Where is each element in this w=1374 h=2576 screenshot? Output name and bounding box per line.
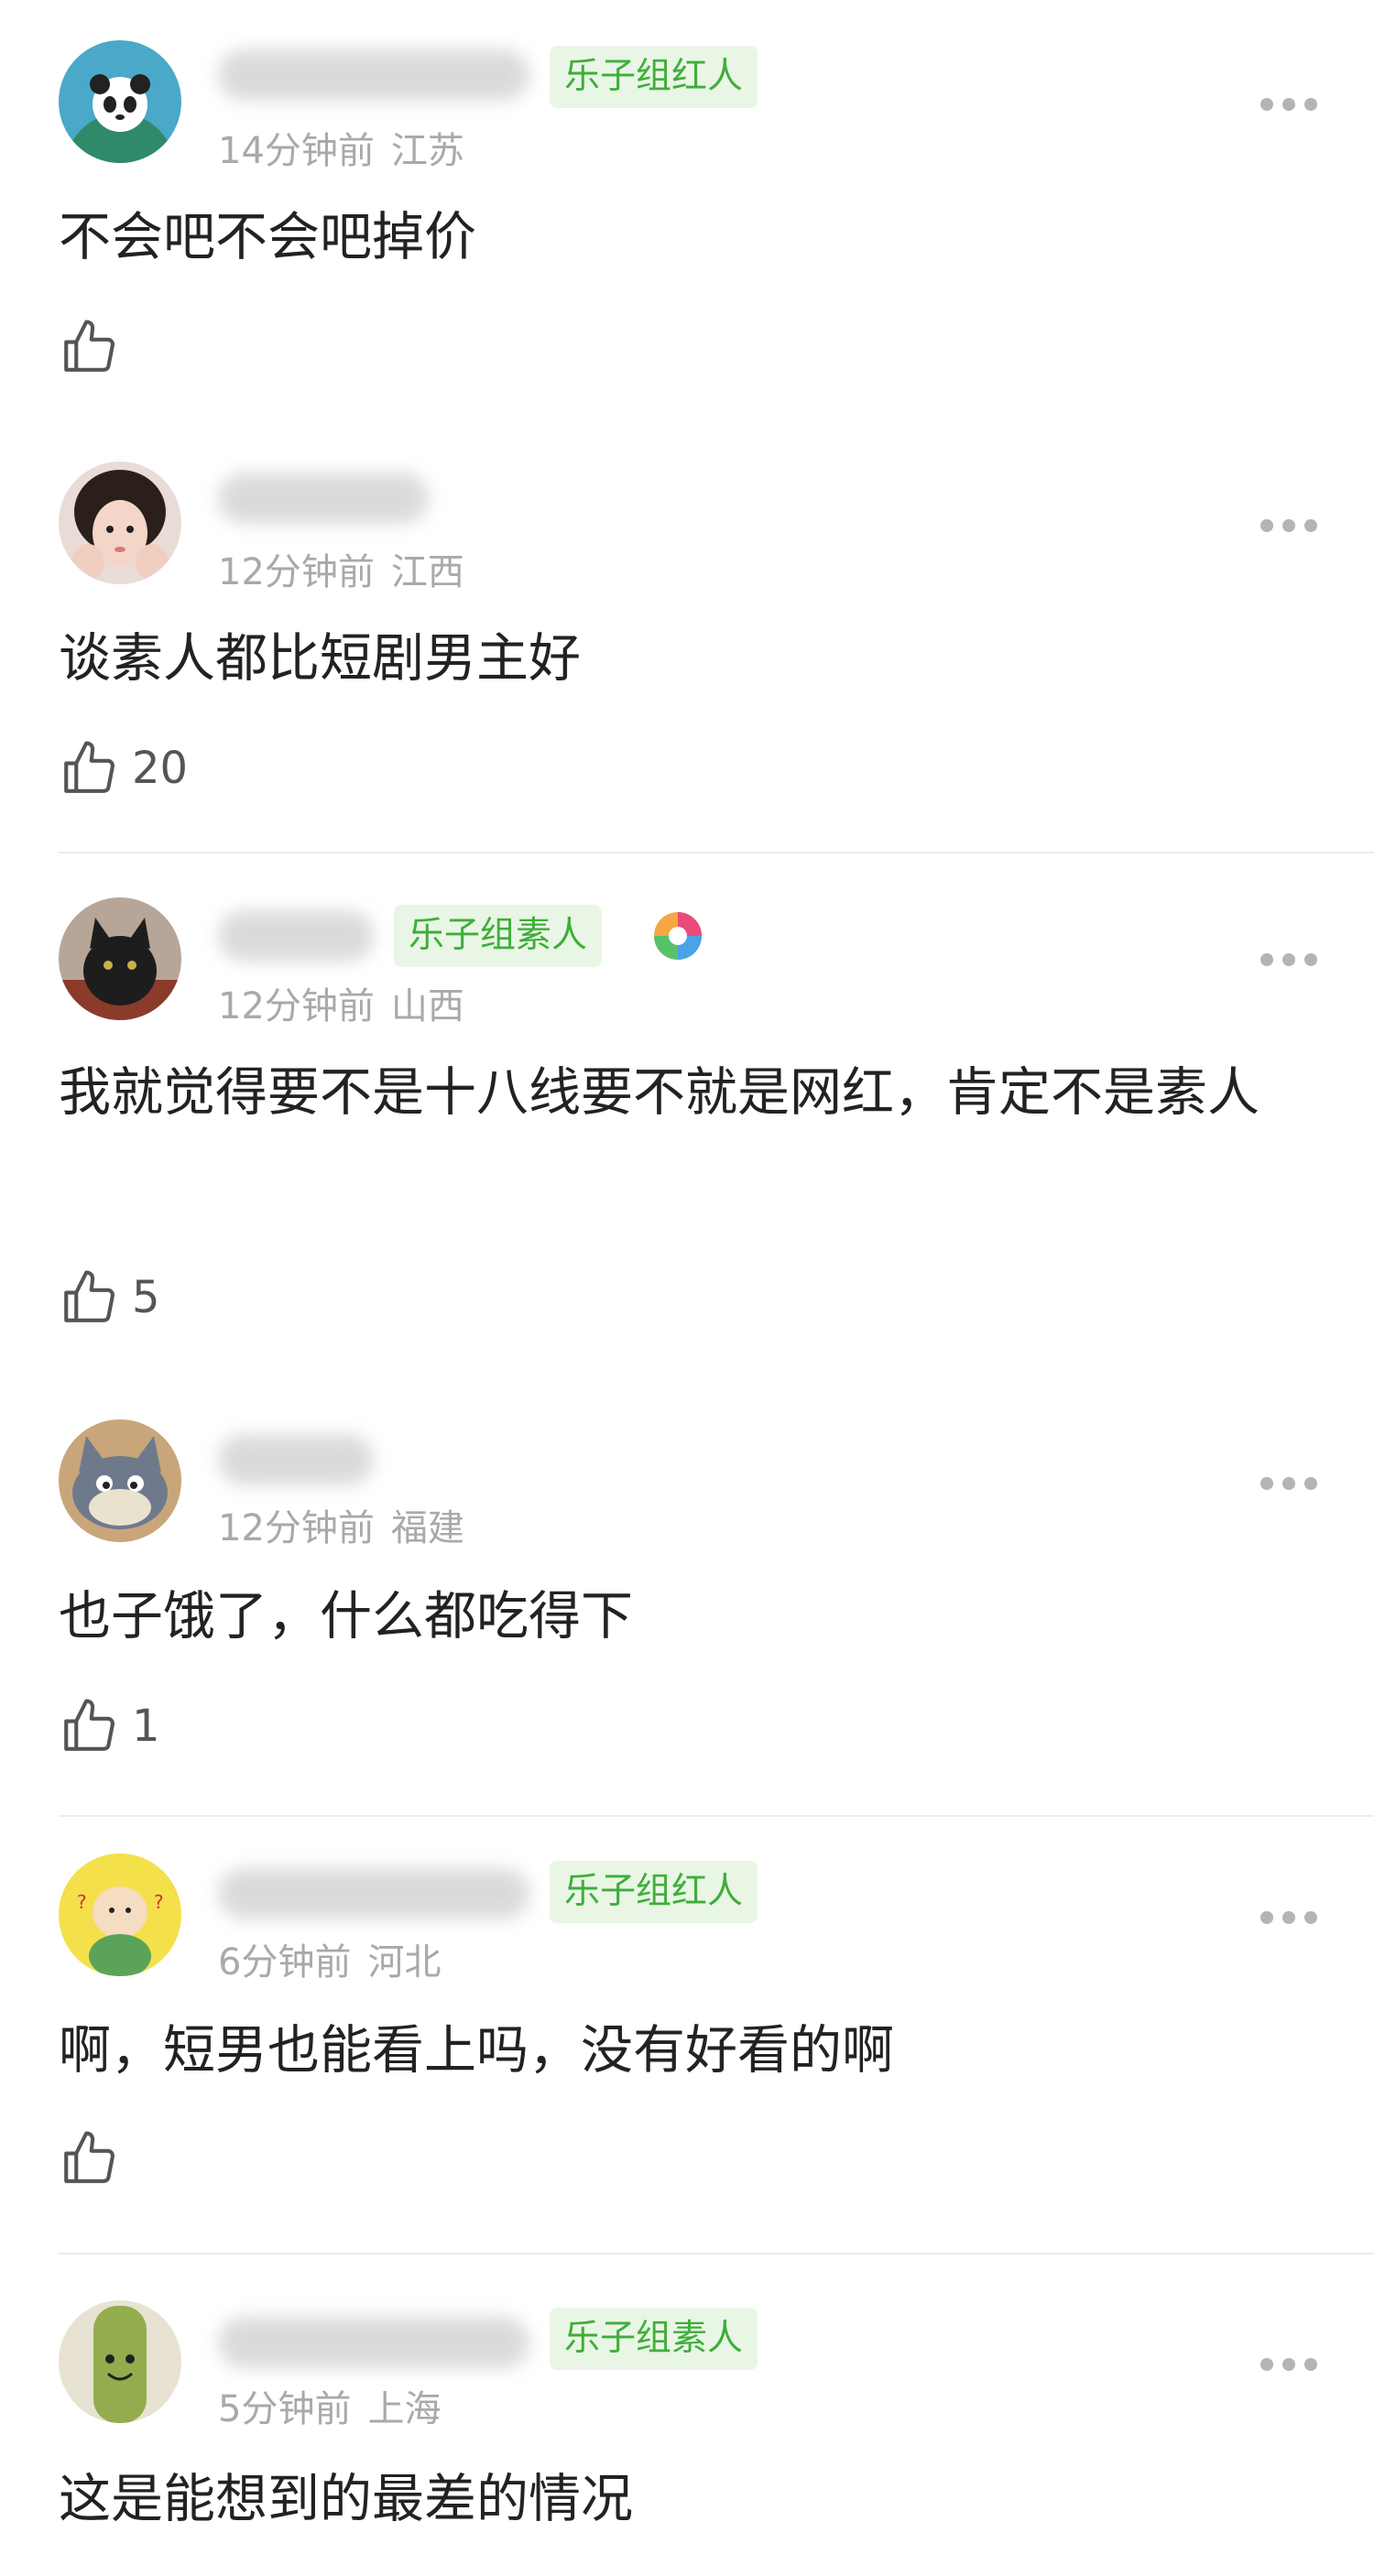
divider [59, 1815, 1374, 1817]
user-avatar[interactable] [59, 2300, 181, 2423]
comment-region: 上海 [367, 2388, 442, 2430]
comment-meta: 6分钟前 河北 [218, 1932, 441, 1985]
thumbs-up-icon [64, 1270, 114, 1322]
thumbs-up-icon [64, 741, 114, 793]
like-button[interactable] [59, 2126, 132, 2190]
comment-time: 5分钟前 [218, 2388, 352, 2430]
more-dots-icon[interactable] [1260, 2357, 1317, 2372]
divider [59, 2253, 1374, 2255]
comment-time: 12分钟前 [218, 985, 375, 1027]
panda-avatar-icon [59, 40, 181, 163]
black-cat-avatar-icon [59, 897, 181, 1020]
more-dots-icon[interactable] [1260, 952, 1317, 967]
like-count: 1 [132, 1701, 160, 1752]
user-badge[interactable]: 乐子组素人 [550, 2308, 758, 2370]
thumbs-up-icon [64, 2131, 114, 2183]
divider [59, 852, 1374, 853]
comment-text: 不会吧不会吧掉价 [59, 207, 476, 267]
like-button[interactable] [59, 315, 132, 379]
more-dots-icon[interactable] [1260, 1910, 1317, 1925]
comment-region: 江西 [390, 551, 464, 593]
comment-text: 我就觉得要不是十八线要不就是网红，肯定不是素人 [59, 1062, 1260, 1123]
blurred-username[interactable] [218, 473, 429, 524]
comment-text: 也子饿了，什么都吃得下 [59, 1586, 633, 1647]
comment-region: 福建 [390, 1507, 464, 1549]
rainbow-donut-badge-icon [650, 908, 705, 963]
blurred-username[interactable] [218, 2317, 529, 2368]
like-button[interactable]: 1 [59, 1694, 160, 1758]
svg-text:?: ? [77, 1891, 87, 1913]
user-avatar[interactable] [59, 1419, 181, 1542]
blurred-username[interactable] [218, 910, 374, 962]
thumbs-up-icon [64, 1699, 114, 1751]
cartoon-boy-avatar-icon: ? ? [59, 1853, 181, 1976]
more-dots-icon[interactable] [1260, 1476, 1317, 1491]
comment-region: 河北 [367, 1941, 442, 1984]
blurred-username[interactable] [218, 1868, 529, 1919]
comment-meta: 14分钟前 江苏 [218, 121, 464, 174]
svg-text:?: ? [154, 1891, 164, 1913]
cartoon-cat-avatar-icon [59, 1419, 181, 1542]
like-button[interactable]: 5 [59, 1266, 160, 1330]
comment-text: 谈素人都比短剧男主好 [59, 628, 581, 689]
more-dots-icon[interactable] [1260, 518, 1317, 533]
comment-time: 12分钟前 [218, 1507, 375, 1549]
like-button[interactable]: 20 [59, 736, 188, 800]
green-plush-avatar-icon [59, 2300, 181, 2423]
girl-avatar-icon [59, 462, 181, 584]
user-avatar[interactable] [59, 462, 181, 584]
user-badge[interactable]: 乐子组红人 [550, 1861, 758, 1923]
blurred-username[interactable] [218, 49, 529, 101]
user-badge[interactable]: 乐子组素人 [394, 905, 603, 967]
more-dots-icon[interactable] [1260, 97, 1317, 112]
comment-region: 江苏 [390, 130, 464, 172]
comment-text: 这是能想到的最差的情况 [59, 2469, 633, 2529]
like-count: 5 [132, 1272, 160, 1323]
comment-meta: 5分钟前 上海 [218, 2379, 441, 2432]
user-avatar[interactable] [59, 40, 181, 163]
comment-region: 山西 [390, 985, 464, 1027]
comment-time: 14分钟前 [218, 130, 375, 172]
thumbs-up-icon [64, 320, 114, 372]
comment-meta: 12分钟前 江西 [218, 542, 464, 595]
comment-text: 啊，短男也能看上吗，没有好看的啊 [59, 2020, 894, 2081]
comment-meta: 12分钟前 山西 [218, 976, 464, 1029]
blurred-username[interactable] [218, 1434, 374, 1485]
user-avatar[interactable] [59, 897, 181, 1020]
comment-time: 6分钟前 [218, 1941, 352, 1984]
user-badge[interactable]: 乐子组红人 [550, 46, 758, 108]
user-avatar[interactable]: ? ? [59, 1853, 181, 1976]
like-count: 20 [132, 743, 189, 794]
comment-meta: 12分钟前 福建 [218, 1498, 464, 1551]
comment-time: 12分钟前 [218, 551, 375, 593]
